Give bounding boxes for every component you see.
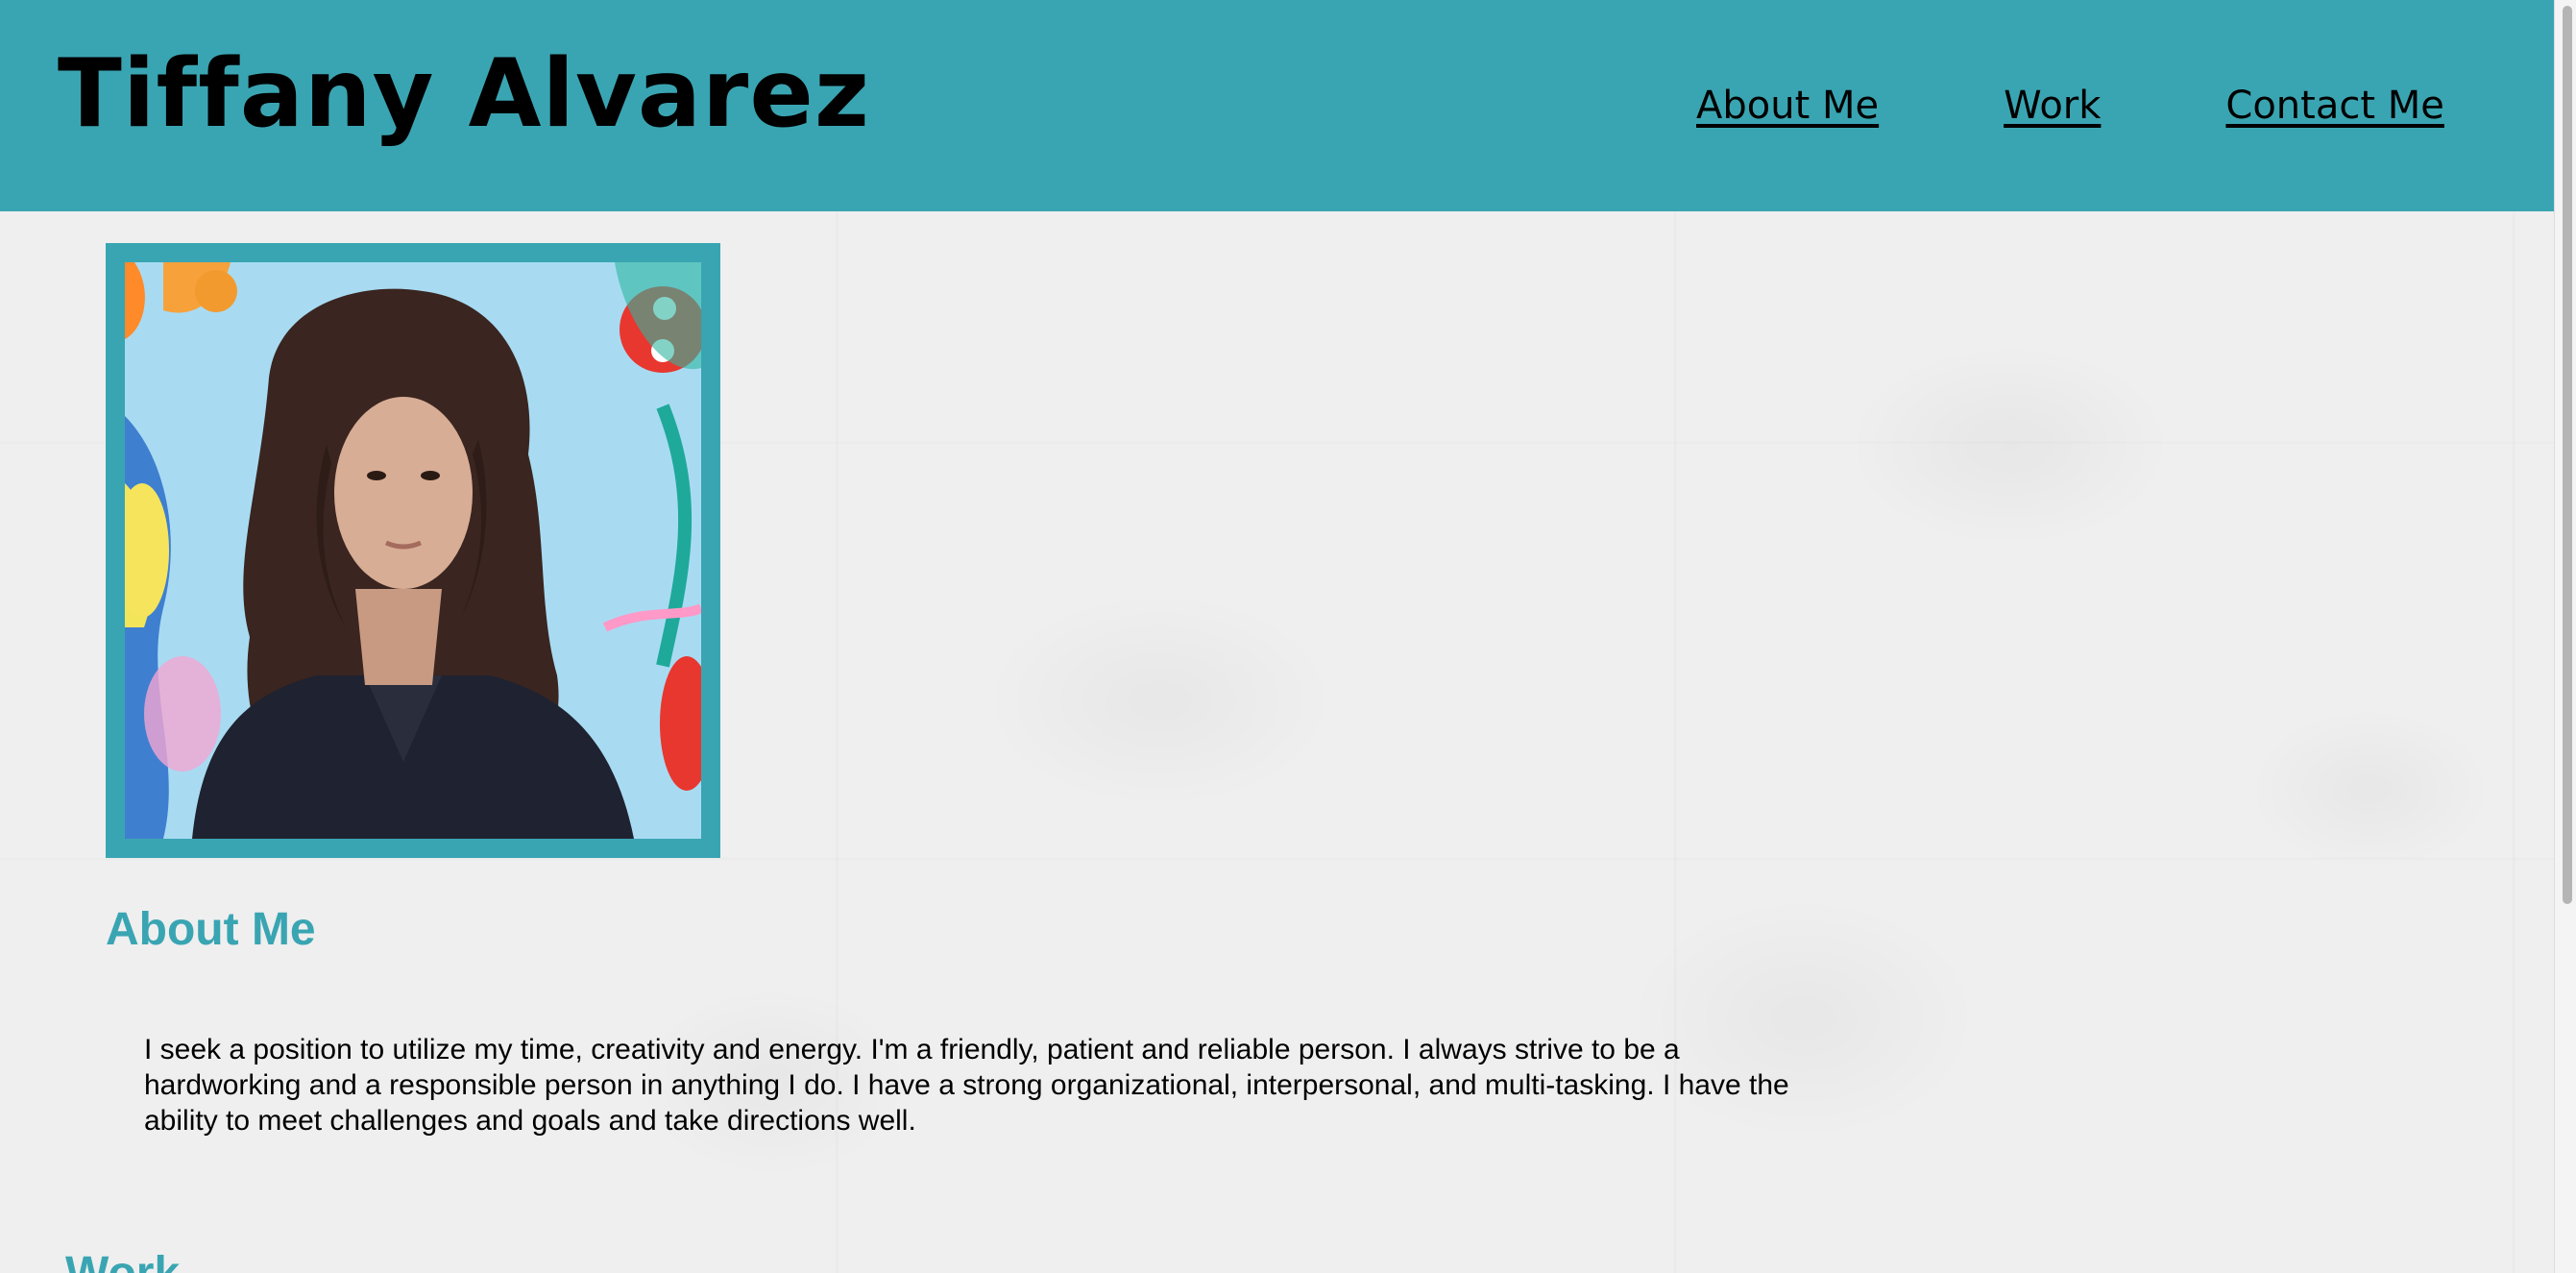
profile-photo-frame [106, 243, 720, 858]
site-title: Tiffany Alvarez [58, 39, 870, 149]
nav-link-work[interactable]: Work [2004, 77, 2101, 135]
scrollbar-thumb[interactable] [2563, 6, 2572, 904]
nav-link-contact-me[interactable]: Contact Me [2225, 77, 2443, 135]
site-header: Tiffany Alvarez About Me Work Contact Me [0, 0, 2555, 211]
profile-photo-illustration [125, 262, 701, 839]
about-me-text: I seek a position to utilize my time, cr… [144, 1034, 1789, 1137]
about-me-heading: About Me [106, 904, 316, 955]
profile-photo [125, 262, 701, 839]
vertical-scrollbar[interactable] [2554, 0, 2576, 1273]
work-heading: Work [65, 1245, 180, 1273]
main-nav: About Me Work Contact Me [1696, 77, 2444, 135]
nav-link-about-me[interactable]: About Me [1696, 77, 1879, 135]
